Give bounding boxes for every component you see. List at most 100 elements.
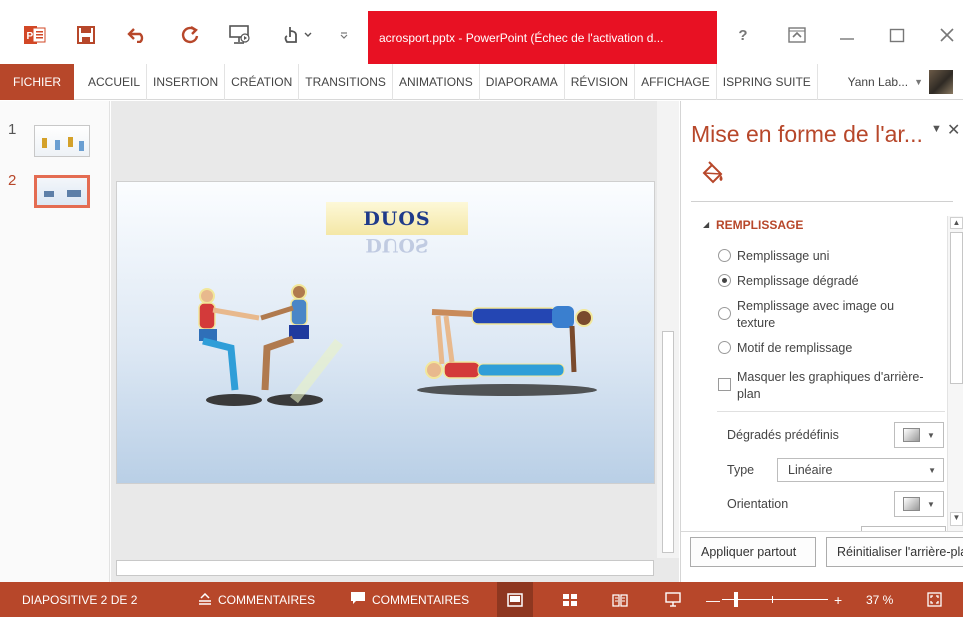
zoom-level[interactable]: 37 % xyxy=(866,582,893,617)
slide-canvas[interactable]: DUOS DUOS xyxy=(116,181,655,484)
option-solid-fill[interactable]: Remplissage uni xyxy=(718,248,829,265)
preset-gradients-button[interactable]: ▼ xyxy=(894,422,944,448)
slide-title[interactable]: DUOS xyxy=(326,202,468,235)
zoom-in-button[interactable]: + xyxy=(834,582,842,617)
gradient-swatch-icon xyxy=(903,428,921,442)
tab-insert[interactable]: INSERTION xyxy=(147,63,226,100)
editor-vertical-scrollbar[interactable] xyxy=(657,101,679,558)
pane-footer: Appliquer partout Réinitialiser l'arrièr… xyxy=(681,531,963,582)
ribbon-display-options-icon[interactable] xyxy=(782,22,812,48)
option-hide-background-graphics[interactable]: Masquer les graphiques d'arrière-plan xyxy=(718,369,933,403)
checkbox[interactable] xyxy=(718,378,731,391)
section-title-fill[interactable]: REMPLISSAGE xyxy=(716,218,803,232)
thumbnail-figure xyxy=(68,137,73,147)
fill-bucket-icon[interactable] xyxy=(699,161,725,187)
pane-close-icon[interactable]: ✕ xyxy=(947,120,960,140)
fit-to-window-icon[interactable] xyxy=(927,582,942,617)
thumbnail-figure xyxy=(55,140,60,150)
zoom-out-button[interactable]: — xyxy=(706,582,720,617)
option-picture-fill[interactable]: Remplissage avec image ou texture xyxy=(718,298,918,332)
notes-label: COMMENTAIRES xyxy=(218,592,316,607)
pane-options-icon[interactable]: ▼ xyxy=(931,123,942,135)
scrollbar-thumb[interactable] xyxy=(950,232,963,384)
maximize-icon[interactable] xyxy=(882,22,912,48)
duo-plank-figures[interactable] xyxy=(412,300,612,400)
radio-button[interactable] xyxy=(718,307,731,320)
tab-ispring-suite[interactable]: ISPRING SUITE xyxy=(717,63,818,100)
thumbnail-number: 1 xyxy=(8,121,17,138)
tab-view[interactable]: AFFICHAGE xyxy=(635,63,717,100)
redo-icon[interactable] xyxy=(177,22,203,48)
comments-label: COMMENTAIRES xyxy=(372,592,470,607)
apply-to-all-button[interactable]: Appliquer partout xyxy=(690,537,816,567)
thumbnail-figure xyxy=(44,191,54,197)
slide-title-reflection: DUOS xyxy=(365,235,429,255)
zoom-slider-thumb[interactable] xyxy=(734,592,738,607)
notes-icon xyxy=(198,592,212,608)
customize-toolbar-icon[interactable] xyxy=(336,22,352,48)
avatar xyxy=(929,70,953,94)
option-pattern-fill[interactable]: Motif de remplissage xyxy=(718,340,852,357)
notes-button[interactable]: COMMENTAIRES xyxy=(198,582,315,617)
reading-view-icon[interactable] xyxy=(605,582,635,617)
save-icon[interactable] xyxy=(75,22,97,48)
option-gradient-fill[interactable]: Remplissage dégradé xyxy=(718,273,859,290)
orientation-button[interactable]: ▼ xyxy=(894,491,944,517)
option-label: Remplissage uni xyxy=(737,249,830,263)
comments-button[interactable]: COMMENTAIRES xyxy=(350,582,469,617)
user-account[interactable]: Yann Lab... ▼ xyxy=(848,64,963,100)
ribbon-tabs: FICHIER ACCUEIL INSERTION CRÉATION TRANS… xyxy=(0,63,963,100)
option-label: Motif de remplissage xyxy=(737,341,853,355)
slide-sorter-icon[interactable] xyxy=(555,582,585,617)
powerpoint-logo-icon[interactable]: P xyxy=(22,22,48,48)
option-label: Remplissage avec image ou texture xyxy=(737,299,895,330)
pane-tab-underline xyxy=(691,201,953,202)
help-button[interactable]: ? xyxy=(728,22,758,48)
slideshow-icon[interactable] xyxy=(658,582,688,617)
tab-slideshow[interactable]: DIAPORAMA xyxy=(480,63,565,100)
powerpoint-window: P acrosport.pptx - PowerPoint (Échec de … xyxy=(0,0,963,617)
scrollbar-thumb[interactable] xyxy=(662,331,674,553)
start-from-beginning-icon[interactable] xyxy=(226,22,254,48)
format-background-pane: Mise en forme de l'ar... ▼ ✕ ◢ REMPLISSA… xyxy=(680,101,963,582)
notes-field[interactable] xyxy=(116,560,654,576)
radio-button-selected[interactable] xyxy=(718,274,731,287)
slide-thumbnail-2[interactable] xyxy=(34,175,90,208)
radio-button[interactable] xyxy=(718,341,731,354)
divider xyxy=(717,411,945,412)
chevron-down-icon: ▼ xyxy=(928,465,936,475)
scroll-down-icon[interactable]: ▼ xyxy=(950,512,963,526)
tab-transitions[interactable]: TRANSITIONS xyxy=(299,63,393,100)
tab-design[interactable]: CRÉATION xyxy=(225,63,300,100)
minimize-icon[interactable] xyxy=(832,22,862,48)
tab-review[interactable]: RÉVISION xyxy=(565,63,636,100)
normal-view-icon[interactable] xyxy=(497,582,533,617)
option-label: Masquer les graphiques d'arrière-plan xyxy=(737,370,924,401)
undo-icon[interactable] xyxy=(124,22,150,48)
tab-file[interactable]: FICHIER xyxy=(0,63,74,100)
chevron-down-icon: ▼ xyxy=(914,77,923,87)
thumbnail-figure xyxy=(42,138,47,148)
reset-background-button[interactable]: Réinitialiser l'arrière-plan xyxy=(826,537,963,567)
gradient-type-select[interactable]: Linéaire ▼ xyxy=(777,458,944,482)
collapse-triangle-icon[interactable]: ◢ xyxy=(703,220,709,229)
preset-gradients-label: Dégradés prédéfinis xyxy=(727,428,839,442)
pane-title: Mise en forme de l'ar... xyxy=(691,121,923,147)
zoom-slider-midpoint xyxy=(772,596,773,603)
slide-indicator[interactable]: DIAPOSITIVE 2 DE 2 xyxy=(22,582,137,617)
pane-vertical-scrollbar[interactable]: ▲ ▼ xyxy=(947,216,963,531)
slide-thumbnails-pane: 1 2 xyxy=(0,101,110,582)
touch-mode-icon[interactable] xyxy=(280,22,314,48)
tab-animations[interactable]: ANIMATIONS xyxy=(393,63,480,100)
comment-icon xyxy=(350,591,366,608)
gradient-direction-icon xyxy=(903,497,921,511)
option-label: Remplissage dégradé xyxy=(737,274,859,288)
tab-home[interactable]: ACCUEIL xyxy=(82,63,148,100)
window-title: acrosport.pptx - PowerPoint (Échec de l'… xyxy=(368,11,717,64)
scroll-up-icon[interactable]: ▲ xyxy=(950,217,963,229)
duo-seated-figures[interactable] xyxy=(189,282,347,410)
close-icon[interactable] xyxy=(932,22,962,48)
slide-thumbnail-1[interactable] xyxy=(34,125,90,157)
radio-button[interactable] xyxy=(718,249,731,262)
chevron-down-icon: ▼ xyxy=(927,499,935,509)
